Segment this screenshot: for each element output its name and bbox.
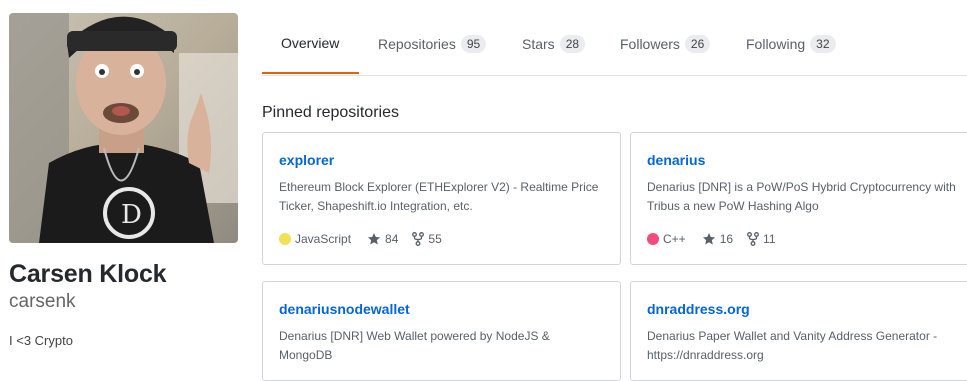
fork-count: 55 [428,232,442,246]
tab-label: Overview [281,35,340,51]
language-color-dot [647,233,659,245]
tab-label: Repositories [378,36,456,52]
repo-name-link[interactable]: explorer [279,152,334,168]
repo-description: Denarius [DNR] Web Wallet powered by Nod… [279,329,550,362]
tab-counter: 32 [810,35,836,53]
fork-count: 11 [763,232,776,246]
repo-description: Ethereum Block Explorer (ETHExplorer V2)… [279,180,599,213]
fork-icon [412,232,425,246]
svg-text:D: D [121,200,142,230]
tab-following[interactable]: Following 32 [746,35,836,53]
tab-repositories[interactable]: Repositories 95 [378,35,487,53]
fork-icon [747,232,759,246]
pinned-repo-card: dnraddress.org Denarius Paper Wallet and… [630,281,967,381]
star-icon [702,232,716,246]
tab-counter: 26 [684,35,711,53]
language-label: C++ [663,232,686,246]
repo-description: Denarius Paper Wallet and Vanity Address… [647,329,938,362]
repo-meta: C++ 16 11 [647,232,790,246]
tab-counter: 95 [460,35,487,53]
profile-tabs: Overview Repositories 95 Stars 28 Follow… [262,0,967,76]
repo-stars-link[interactable]: 84 [367,232,398,246]
language-label: JavaScript [295,232,352,246]
tab-label: Followers [620,36,680,52]
profile-username: carsenk [9,291,76,312]
star-count: 84 [385,232,399,246]
repo-language: C++ [647,232,686,246]
repo-name-link[interactable]: denariusnodewallet [279,301,410,317]
profile-bio: I <3 Crypto [9,333,73,348]
profile-fullname: Carsen Klock [9,260,167,288]
star-icon [367,232,381,246]
profile-avatar[interactable]: D [9,13,238,243]
repo-stars-link[interactable]: 16 [702,232,733,246]
repo-description: Denarius [DNR] is a PoW/PoS Hybrid Crypt… [647,180,956,213]
repo-meta: JavaScript 84 55 [279,232,456,246]
selected-tab-underline [262,72,359,74]
tab-followers[interactable]: Followers 26 [620,35,711,53]
star-count: 16 [719,232,734,246]
pinned-repo-card: denariusnodewallet Denarius [DNR] Web Wa… [262,281,621,381]
pinned-repo-card: denarius Denarius [DNR] is a PoW/PoS Hyb… [630,132,967,265]
pinned-repo-card: explorer Ethereum Block Explorer (ETHExp… [262,132,621,265]
repo-language: JavaScript [279,232,351,246]
repo-forks-link[interactable]: 55 [412,232,442,246]
tab-label: Following [746,36,806,52]
repo-name-link[interactable]: dnraddress.org [647,301,750,317]
pinned-repositories-heading: Pinned repositories [262,104,399,121]
tab-stars[interactable]: Stars 28 [522,35,586,53]
language-color-dot [279,233,291,245]
repo-forks-link[interactable]: 11 [747,232,776,246]
tab-overview[interactable]: Overview [281,35,339,51]
tab-counter: 28 [559,35,586,53]
tab-label: Stars [522,36,555,52]
repo-name-link[interactable]: denarius [647,152,705,168]
